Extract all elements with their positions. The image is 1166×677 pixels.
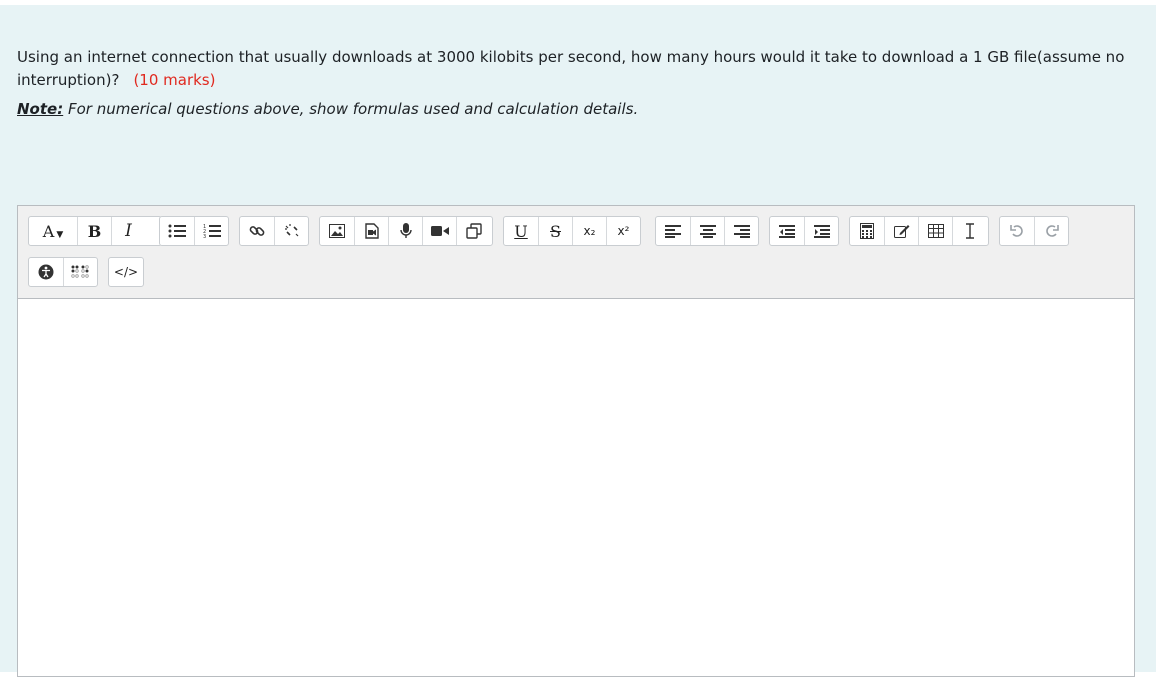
redo-button[interactable] [1034,217,1068,245]
record-audio-button[interactable] [388,217,422,245]
question-text-block: Using an internet connection that usuall… [17,46,1137,92]
outdent-icon [779,225,795,238]
align-left-button[interactable] [656,217,690,245]
svg-text:3: 3 [203,234,206,239]
note-line: Note: For numerical questions above, sho… [17,100,638,118]
subscript-icon: x₂ [583,224,596,238]
manage-files-button[interactable] [456,217,490,245]
ordered-list-button[interactable]: 123 [194,217,228,245]
link-icon [249,226,265,236]
editor-toolbar: A ▼ B I 123 U S x₂ x² </> [18,206,1134,299]
media-icon [364,223,379,239]
strikethrough-button[interactable]: S [538,217,572,245]
bold-icon: B [87,221,102,241]
font-size-button[interactable]: A ▼ [29,217,77,245]
table-icon [927,224,944,238]
undo-button[interactable] [1000,217,1034,245]
accessibility-checker-button[interactable] [29,258,63,286]
italic-icon: I [125,221,132,241]
unordered-list-button[interactable] [160,217,194,245]
unlink-button[interactable] [274,217,308,245]
toolbar-group-history [999,216,1069,246]
equation-editor-icon [860,223,874,239]
toolbar-group-indent [769,216,839,246]
html-button[interactable]: </> [109,258,143,286]
redo-icon [1045,225,1059,237]
superscript-button[interactable]: x² [606,217,640,245]
clear-formatting-icon [965,223,974,239]
record-audio-icon [399,223,412,238]
unordered-list-icon [168,224,186,238]
underline-button[interactable]: U [504,217,538,245]
toolbar-group-lists: 123 [159,216,229,246]
toolbar-group-tools [849,216,989,246]
toolbar-group-media [319,216,493,246]
align-center-button[interactable] [690,217,724,245]
edit-icon [893,225,909,238]
align-right-icon [733,225,750,238]
unlink-icon [284,224,298,237]
ordered-list-icon: 123 [203,224,221,239]
toolbar-group-format: U S x₂ x² [503,216,641,246]
font-size-label: A [42,221,55,241]
toolbar-group-align [655,216,759,246]
toolbar-group-accessibility [28,257,98,287]
media-button[interactable] [354,217,388,245]
clear-formatting-button[interactable] [952,217,986,245]
html-icon: </> [113,265,139,279]
font-size-icon: A ▼ [42,221,64,241]
screen-reader-helper-icon [70,265,89,278]
toolbar-group-style: A ▼ B I [28,216,162,246]
question-marks: (10 marks) [133,71,216,89]
answer-editor: A ▼ B I 123 U S x₂ x² </> [17,205,1135,677]
superscript-icon: x² [617,224,630,238]
align-left-icon [665,225,681,238]
strikethrough-icon: S [550,221,561,241]
underline-icon: U [514,221,528,241]
equation-editor-button[interactable] [850,217,884,245]
accessibility-checker-icon [38,264,54,280]
note-text: For numerical questions above, show form… [67,100,639,118]
toolbar-group-links [239,216,309,246]
toolbar-group-html: </> [108,257,144,287]
outdent-button[interactable] [770,217,804,245]
image-button[interactable] [320,217,354,245]
undo-icon [1010,225,1023,237]
image-icon [329,224,345,238]
editor-content-area[interactable] [18,299,1134,676]
record-video-button[interactable] [422,217,456,245]
indent-button[interactable] [804,217,838,245]
screen-reader-helper-button[interactable] [63,258,97,286]
align-right-button[interactable] [724,217,758,245]
indent-icon [813,225,830,238]
record-video-icon [430,226,449,236]
subscript-button[interactable]: x₂ [572,217,606,245]
link-button[interactable] [240,217,274,245]
table-button[interactable] [918,217,952,245]
edit-button[interactable] [884,217,918,245]
bold-button[interactable]: B [77,217,111,245]
note-label: Note: [17,100,64,118]
manage-files-icon [465,223,482,239]
align-center-icon [699,225,716,238]
italic-button[interactable]: I [111,217,145,245]
